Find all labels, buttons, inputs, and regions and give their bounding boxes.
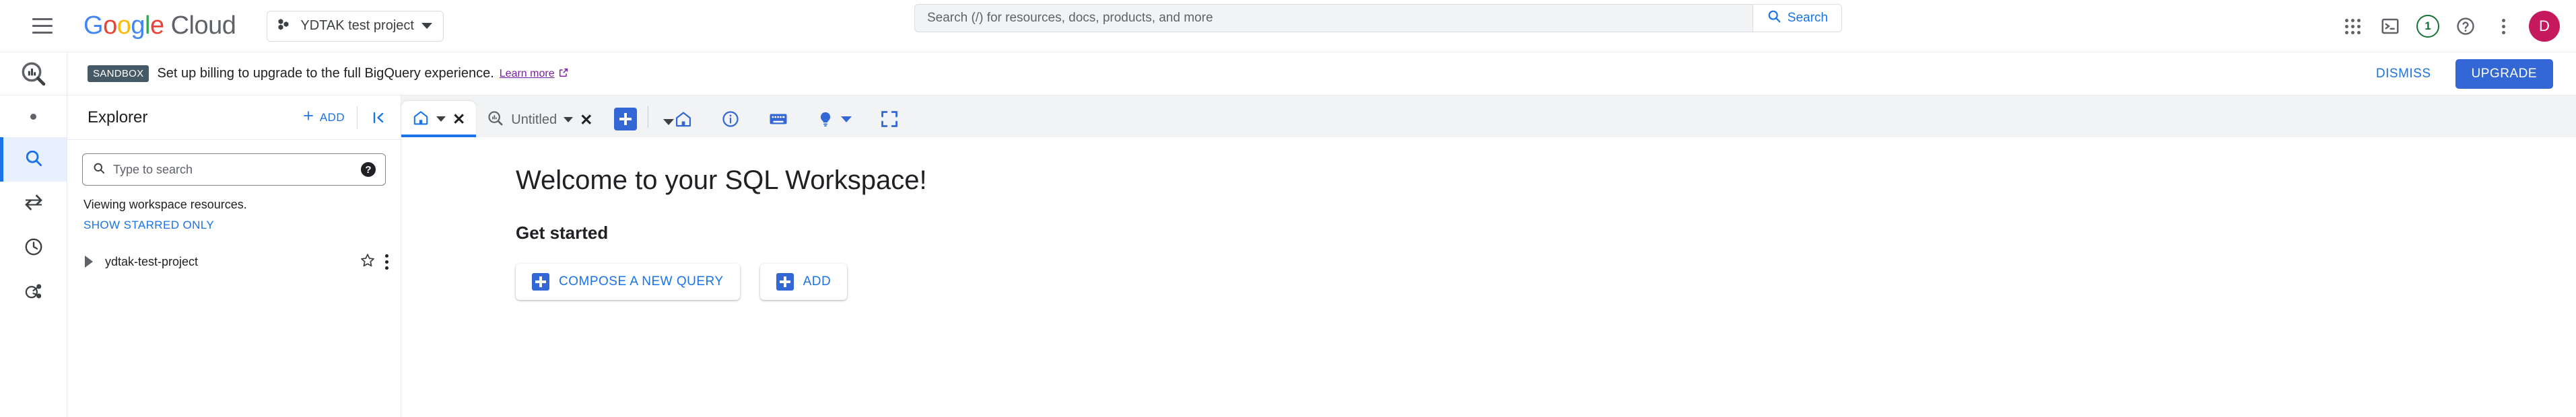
banner-actions: DISMISS UPGRADE: [2369, 59, 2553, 89]
home-icon[interactable]: [674, 110, 693, 128]
search-button[interactable]: Search: [1752, 5, 1841, 32]
explorer-header: Explorer ADD: [67, 96, 401, 140]
search-icon: [92, 161, 106, 178]
cloud-shell-icon[interactable]: [2374, 10, 2406, 42]
sidebar-item-analytics-hub[interactable]: [0, 270, 67, 315]
add-data-button[interactable]: ADD: [759, 264, 848, 300]
banner-message: Set up billing to upgrade to the full Bi…: [157, 66, 494, 81]
project-selector[interactable]: YDTAK test project: [267, 10, 444, 42]
sandbox-banner: SANDBOX Set up billing to upgrade to the…: [67, 52, 2576, 96]
google-cloud-logo[interactable]: Go o g l e Cloud: [83, 11, 236, 40]
explorer-search-input[interactable]: [113, 162, 353, 177]
tab-bar-actions: [674, 109, 899, 129]
tree-item-project[interactable]: ydtak-test-project: [67, 247, 401, 276]
chevron-down-icon[interactable]: [841, 116, 852, 122]
lightbulb-icon[interactable]: [817, 110, 852, 128]
tree-item-label: ydtak-test-project: [105, 254, 199, 268]
compose-new-query-button[interactable]: COMPOSE A NEW QUERY: [516, 264, 740, 300]
query-icon: [487, 110, 504, 130]
compose-new-query-label: COMPOSE A NEW QUERY: [559, 274, 724, 289]
divider: [357, 106, 358, 129]
explorer-search[interactable]: ?: [82, 153, 386, 186]
search-button-label: Search: [1787, 11, 1828, 25]
transfer-icon: [23, 192, 44, 217]
top-bar-actions: 1 D: [2336, 0, 2560, 52]
help-icon[interactable]: ?: [361, 162, 376, 177]
open-in-new-icon: [558, 67, 569, 81]
notifications-badge[interactable]: 1: [2412, 10, 2444, 42]
history-icon: [24, 237, 44, 260]
chevron-right-icon[interactable]: [85, 256, 93, 268]
close-icon[interactable]: ✕: [452, 111, 465, 127]
show-starred-only-link[interactable]: SHOW STARRED ONLY: [83, 219, 214, 232]
workspace-tab-bar: ✕ Untitled ✕: [401, 96, 2576, 137]
search-input[interactable]: [915, 5, 1753, 32]
collapse-left-icon[interactable]: [360, 110, 401, 126]
project-selector-label: YDTAK test project: [300, 18, 414, 33]
explorer-add-button[interactable]: ADD: [292, 109, 354, 126]
chevron-down-icon[interactable]: [564, 117, 574, 122]
plus-square-icon: [776, 273, 794, 291]
viewing-resources-text: Viewing workspace resources.: [83, 198, 247, 211]
left-icon-rail: [0, 52, 67, 417]
search-icon: [1767, 9, 1782, 28]
new-tab-button[interactable]: [614, 108, 638, 130]
plus-icon: [302, 109, 315, 126]
new-tab-options-chevron-down-icon[interactable]: [663, 119, 675, 125]
apps-grid-icon[interactable]: [2336, 10, 2369, 42]
upgrade-button[interactable]: UPGRADE: [2455, 59, 2553, 89]
fullscreen-icon[interactable]: [880, 110, 899, 128]
chevron-down-icon: [421, 23, 432, 29]
plus-square-icon: [532, 273, 549, 291]
home-icon: [412, 109, 430, 130]
dot-icon: [30, 113, 36, 120]
sidebar-item-explorer[interactable]: [0, 137, 67, 182]
tab-untitled[interactable]: Untitled ✕: [476, 102, 603, 137]
get-started-buttons: COMPOSE A NEW QUERY ADD: [516, 264, 2576, 300]
sidebar-item-data-transfers[interactable]: [0, 182, 67, 226]
sidebar-item-studio[interactable]: [0, 96, 67, 137]
explorer-add-label: ADD: [319, 110, 345, 124]
more-vert-icon[interactable]: [2487, 10, 2519, 42]
notification-count: 1: [2416, 15, 2439, 38]
avatar[interactable]: D: [2529, 11, 2560, 42]
explorer-panel: Explorer ADD ? Viewing workspace r: [67, 96, 401, 417]
top-app-bar: Go o g l e Cloud YDTAK test project Search: [0, 0, 2576, 52]
close-icon[interactable]: ✕: [580, 112, 592, 128]
chevron-down-icon[interactable]: [436, 116, 446, 122]
sql-workspace-content: Welcome to your SQL Workspace! Get start…: [401, 137, 2576, 417]
info-icon[interactable]: [721, 110, 740, 128]
dismiss-button[interactable]: DISMISS: [2369, 61, 2438, 87]
add-data-label: ADD: [803, 274, 832, 289]
sandbox-badge: SANDBOX: [88, 65, 149, 82]
keyboard-icon[interactable]: [768, 109, 788, 129]
data-share-icon: [24, 281, 44, 305]
bigquery-logo-icon[interactable]: [0, 52, 67, 96]
help-icon[interactable]: [2449, 10, 2482, 42]
sidebar-item-job-history[interactable]: [0, 226, 67, 270]
page-title: Welcome to your SQL Workspace!: [516, 165, 927, 195]
more-vert-icon[interactable]: [385, 254, 388, 270]
global-search[interactable]: Search: [914, 4, 1842, 32]
tab-home[interactable]: ✕: [401, 101, 477, 137]
tab-untitled-label: Untitled: [511, 112, 557, 127]
star-outline-icon[interactable]: [360, 252, 376, 272]
hamburger-menu-icon[interactable]: [27, 11, 58, 42]
learn-more-link[interactable]: Learn more: [500, 68, 555, 80]
get-started-title: Get started: [516, 223, 609, 243]
cloud-project-icon: [277, 16, 293, 36]
explorer-title: Explorer: [88, 108, 148, 126]
search-icon: [24, 148, 44, 172]
logo-cloud-text: Cloud: [170, 11, 236, 40]
